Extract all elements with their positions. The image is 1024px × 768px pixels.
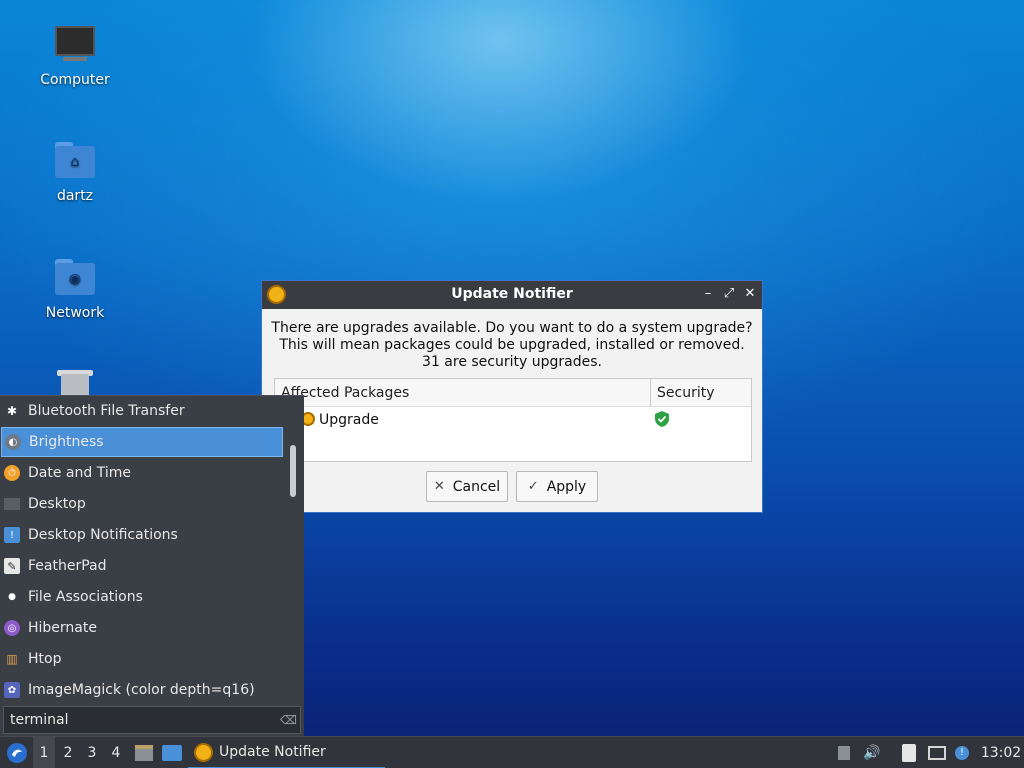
minimize-icon[interactable]: – (699, 285, 717, 303)
file-associations-icon: ● (8, 592, 16, 602)
menu-search-input[interactable] (3, 706, 301, 734)
desktop-icon (4, 498, 20, 510)
htop-icon: ▥ (6, 652, 18, 666)
menu-item-date-and-time[interactable]: ⏱ Date and Time (1, 458, 283, 488)
menu-scrollbar[interactable] (290, 445, 296, 497)
shield-check-icon (655, 411, 669, 427)
tray-eject-icon[interactable] (834, 737, 854, 768)
clock-icon: ⏱ (4, 465, 20, 481)
show-desktop-launcher[interactable] (161, 737, 183, 768)
menu-item-hibernate[interactable]: ◎ Hibernate (1, 613, 283, 643)
desktop-icon-label: Computer (40, 72, 110, 88)
desktop-icon-network[interactable]: ◉ Network (25, 257, 125, 321)
removable-media-icon (838, 746, 850, 760)
menu-item-label: Htop (28, 651, 62, 667)
menu-item-brightness[interactable]: ◐ Brightness (1, 427, 283, 457)
message-line: 31 are security upgrades. (422, 354, 602, 370)
start-menu-button[interactable] (4, 737, 30, 768)
cancel-label: Cancel (452, 478, 501, 495)
cancel-button[interactable]: ✕ Cancel (426, 471, 508, 502)
network-folder-icon: ◉ (53, 257, 97, 301)
workspace-1[interactable]: 1 (33, 737, 55, 768)
menu-item-label: Desktop (28, 496, 86, 512)
apply-button[interactable]: ✓ Apply (516, 471, 598, 502)
dialog-message: There are upgrades available. Do you wan… (262, 320, 762, 371)
dialog-titlebar[interactable]: Update Notifier – ⤢ ✕ (262, 281, 762, 309)
message-line: This will mean packages could be upgrade… (279, 337, 745, 353)
lubuntu-logo-icon (7, 743, 27, 763)
menu-item-bluetooth-file-transfer[interactable]: ✱ Bluetooth File Transfer (1, 396, 283, 426)
menu-item-label: Brightness (29, 434, 104, 450)
clipboard-icon[interactable] (898, 737, 920, 768)
hibernate-icon: ◎ (4, 620, 20, 636)
update-badge: ! (955, 746, 969, 760)
network-shape (928, 746, 946, 760)
close-icon[interactable]: ✕ (741, 285, 759, 303)
bluetooth-icon: ✱ (6, 404, 18, 418)
cancel-icon: ✕ (433, 479, 445, 494)
checkmark-icon: ✓ (527, 479, 539, 494)
workspace-4[interactable]: 4 (105, 737, 127, 768)
desktop-icon-label: dartz (56, 188, 94, 204)
message-line: There are upgrades available. Do you wan… (271, 320, 753, 336)
notification-icon: ! (4, 527, 20, 543)
column-header-security[interactable]: Security (657, 385, 715, 401)
workspace-3[interactable]: 3 (81, 737, 103, 768)
table-header: Affected Packages Security (275, 379, 751, 407)
volume-icon[interactable]: 🔊 (862, 737, 882, 768)
desktop-icon-label: Network (45, 305, 105, 321)
application-menu: ✱ Bluetooth File Transfer ◐ Brightness ⏱… (0, 395, 304, 736)
taskbar: 1 2 3 4 Update Notifier 🔊 ! 13:02 (0, 736, 1024, 768)
clipboard-shape (902, 744, 916, 762)
apply-label: Apply (546, 478, 587, 495)
menu-item-desktop-notifications[interactable]: ! Desktop Notifications (1, 520, 283, 550)
menu-item-htop[interactable]: ▥ Htop (1, 644, 283, 674)
brightness-icon: ◐ (5, 434, 21, 450)
menu-item-label: ImageMagick (color depth=q16) (28, 682, 255, 698)
taskbar-task-update-notifier[interactable]: Update Notifier (188, 737, 385, 768)
maximize-icon[interactable]: ⤢ (720, 285, 738, 303)
table-row[interactable]: Upgrade (275, 407, 751, 433)
menu-item-imagemagick[interactable]: ✿ ImageMagick (color depth=q16) (1, 675, 283, 705)
menu-item-label: FeatherPad (28, 558, 107, 574)
packages-table: Affected Packages Security Upgrade (274, 378, 752, 462)
home-folder-icon: ⌂ (53, 140, 97, 184)
task-label: Update Notifier (219, 744, 326, 760)
menu-item-label: File Associations (28, 589, 143, 605)
desktop-icon-computer[interactable]: Computer (25, 24, 125, 88)
desktop-icon-home[interactable]: ⌂ dartz (25, 140, 125, 204)
imagemagick-icon: ✿ (4, 682, 20, 698)
dialog-title: Update Notifier (451, 286, 573, 302)
clock[interactable]: 13:02 (978, 737, 1024, 768)
menu-item-label: Date and Time (28, 465, 131, 481)
file-manager-icon (135, 745, 153, 761)
file-manager-launcher[interactable] (133, 737, 155, 768)
network-status-icon[interactable] (926, 737, 948, 768)
menu-item-featherpad[interactable]: ✎ FeatherPad (1, 551, 283, 581)
menu-item-label: Bluetooth File Transfer (28, 403, 185, 419)
update-notifier-dialog: Update Notifier – ⤢ ✕ There are upgrades… (261, 280, 763, 513)
show-desktop-icon (162, 745, 182, 761)
update-notifier-icon (194, 742, 213, 762)
update-available-icon[interactable]: ! (952, 737, 972, 768)
menu-item-label: Desktop Notifications (28, 527, 178, 543)
menu-item-label: Hibernate (28, 620, 97, 636)
package-name: Upgrade (319, 412, 379, 428)
clear-search-icon[interactable]: ⌫ (280, 713, 297, 727)
workspace-2[interactable]: 2 (57, 737, 79, 768)
featherpad-icon: ✎ (4, 558, 20, 574)
menu-item-file-associations[interactable]: ● File Associations (1, 582, 283, 612)
menu-item-desktop[interactable]: Desktop (1, 489, 283, 519)
computer-icon (53, 24, 97, 68)
